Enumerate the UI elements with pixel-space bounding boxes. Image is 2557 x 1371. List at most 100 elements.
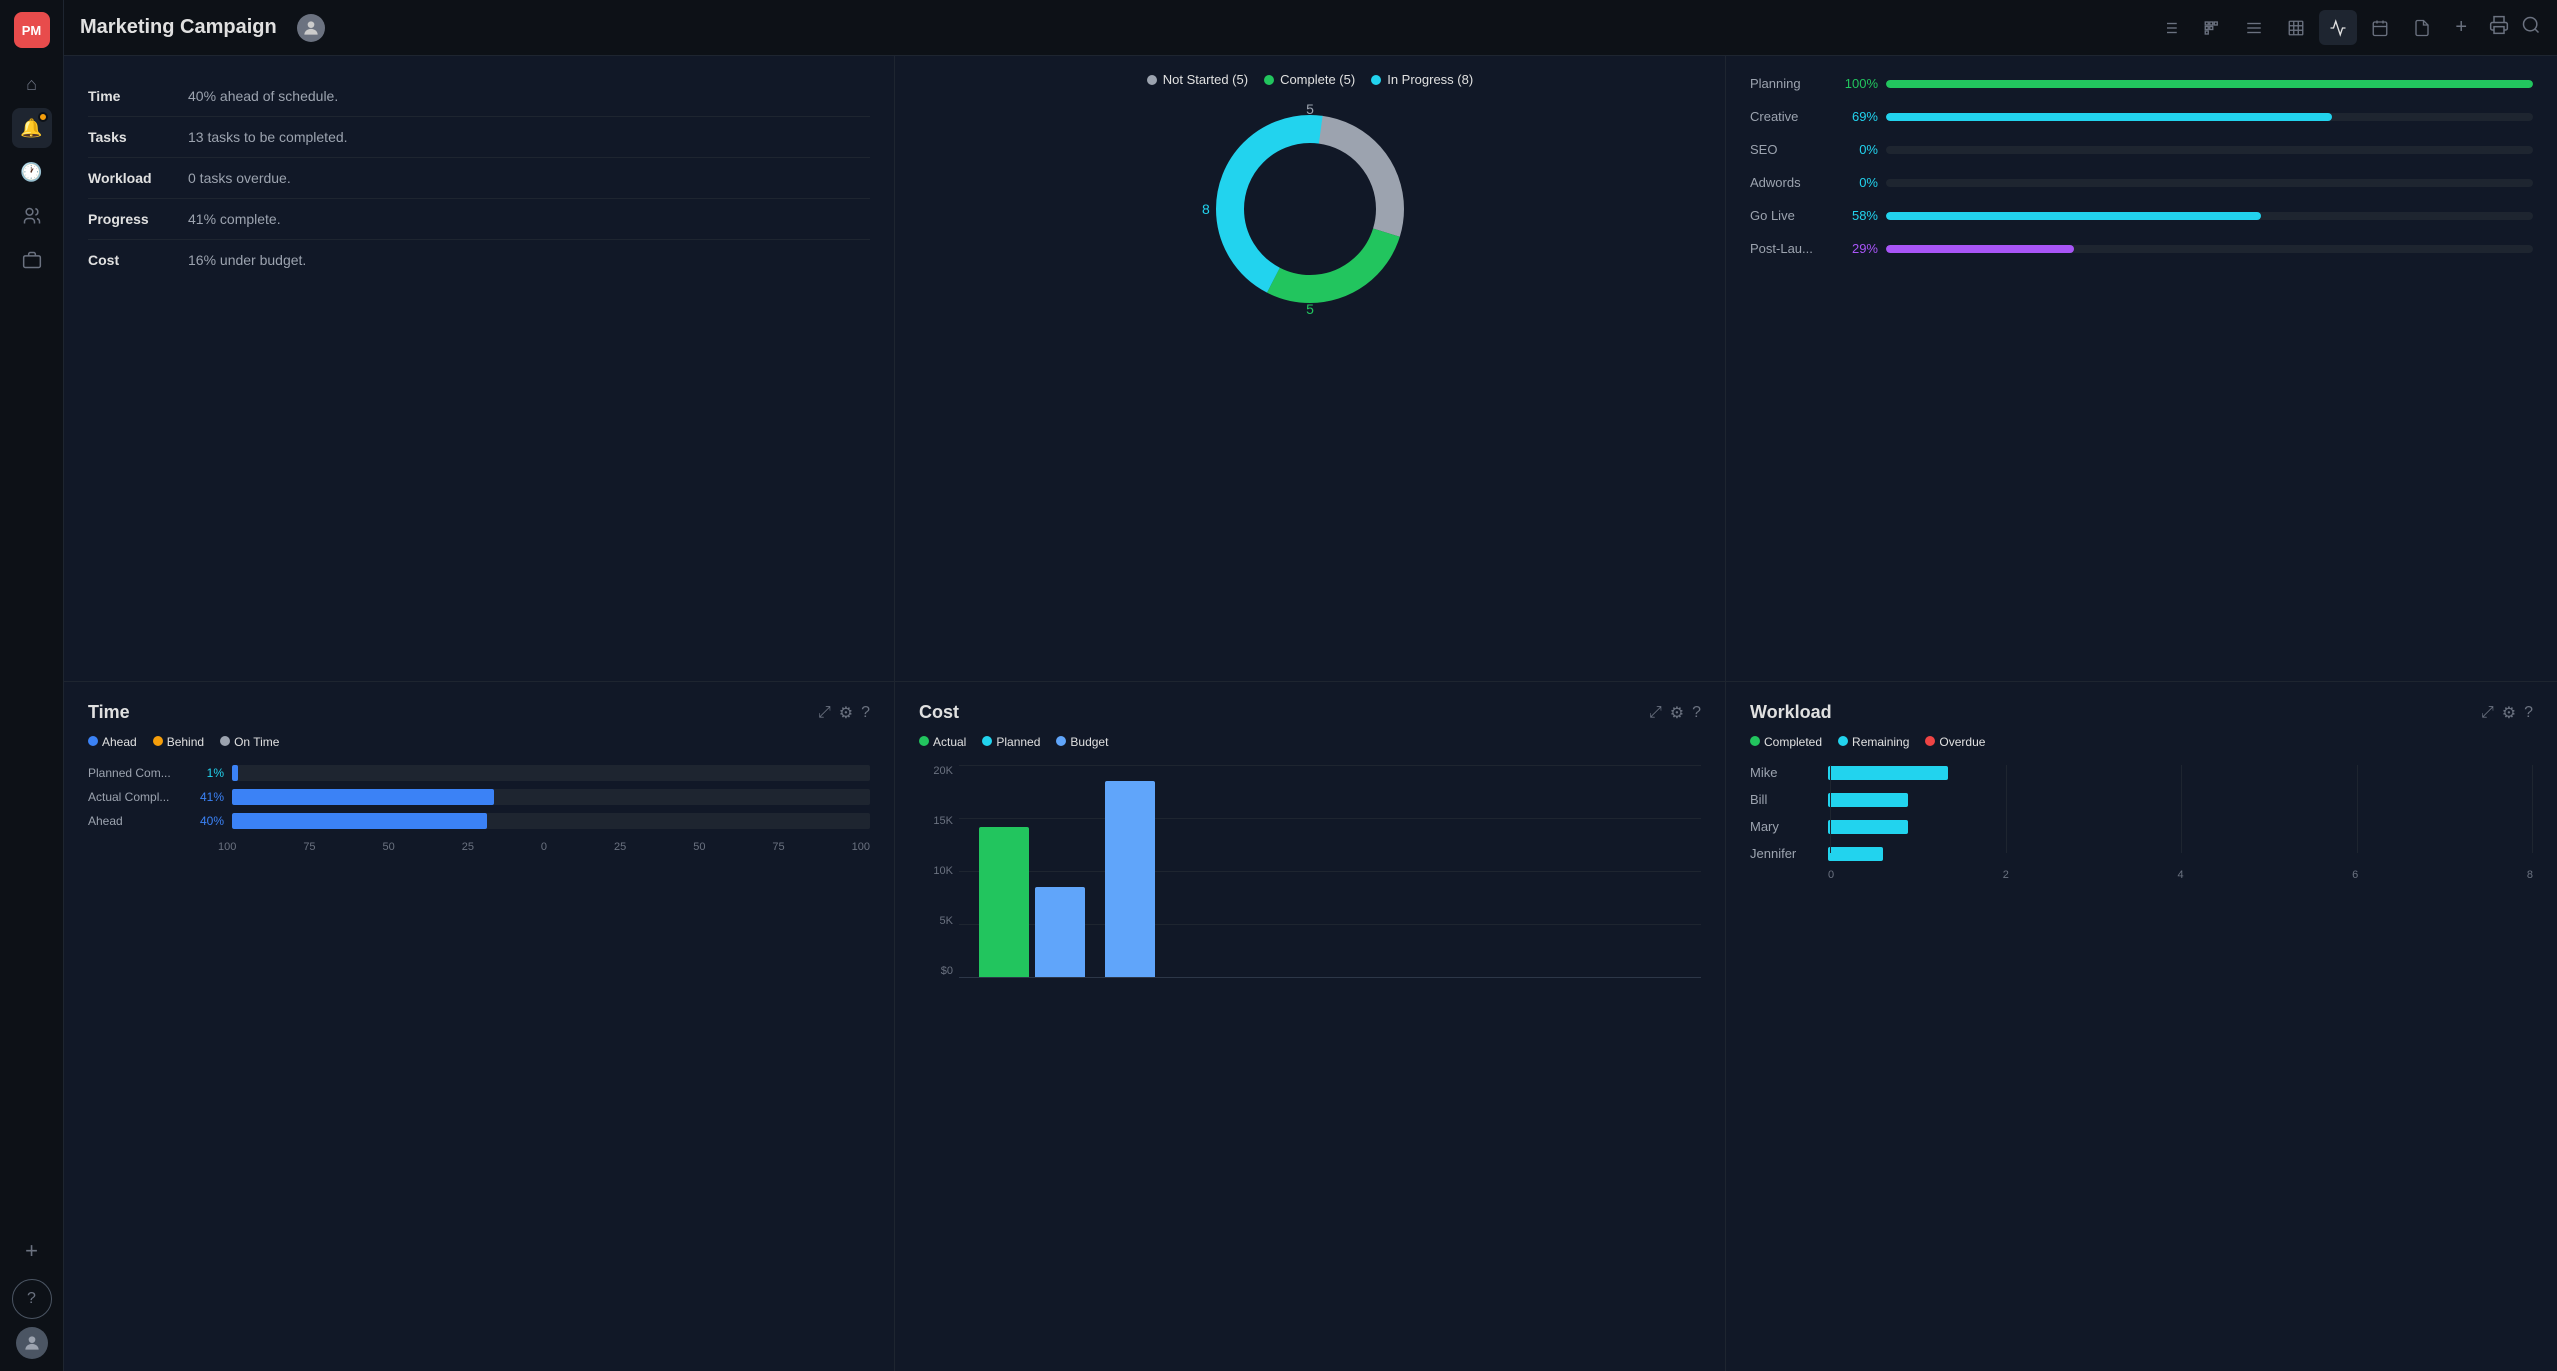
cost-chart-title: Cost (919, 702, 1649, 723)
workload-label-bill: Bill (1750, 792, 1820, 807)
progress-bar-bg (1886, 80, 2533, 88)
progress-pct: 69% (1838, 109, 1878, 124)
nav-activity[interactable] (2319, 10, 2357, 45)
cost-chart-panel: Cost ⤢ ⚙ ? Actual Planned Budget (895, 682, 1726, 1371)
progress-bar-bg (1886, 113, 2533, 121)
sidebar-item-home[interactable]: ⌂ (12, 64, 52, 104)
time-chart-legend: Ahead Behind On Time (88, 735, 870, 749)
progress-bar-bg (1886, 212, 2533, 220)
time-legend-ontime: On Time (220, 735, 279, 749)
progress-row: Adwords 0% (1750, 175, 2533, 190)
nav-gantt[interactable] (2193, 10, 2231, 45)
stat-label: Workload (88, 158, 188, 199)
stat-label: Time (88, 76, 188, 117)
progress-bar-bg (1886, 245, 2533, 253)
nav-table[interactable] (2277, 10, 2315, 45)
nav-file[interactable] (2403, 10, 2441, 45)
cost-chart-area: 20K 15K 10K 5K $0 (919, 765, 1701, 1005)
donut-panel: Not Started (5) Complete (5) In Progress… (895, 56, 1726, 681)
cost-expand-icon[interactable]: ⤢ (1649, 704, 1662, 722)
dashboard: Time 40% ahead of schedule. Tasks 13 tas… (64, 56, 2557, 1371)
hbar-pct-ahead: 40% (186, 814, 224, 828)
sidebar-item-notifications[interactable]: 🔔 (12, 108, 52, 148)
time-chart-title: Time (88, 702, 818, 723)
workload-expand-icon[interactable]: ⤢ (2481, 704, 2494, 722)
progress-row: SEO 0% (1750, 142, 2533, 157)
time-chart-actions: ⤢ ⚙ ? (818, 703, 870, 723)
stat-value: 40% ahead of schedule. (188, 76, 870, 117)
cost-y-20k: 20K (919, 765, 953, 777)
stat-value: 16% under budget. (188, 240, 870, 281)
time-expand-icon[interactable]: ⤢ (818, 704, 831, 722)
time-legend-ahead: Ahead (88, 735, 137, 749)
progress-bar-fill (1886, 80, 2533, 88)
donut-label-bottom: 5 (1306, 301, 1314, 317)
topbar: Marketing Campaign (64, 0, 2557, 56)
bottom-section: Time ⤢ ⚙ ? Ahead Behind On Time Planned … (64, 682, 2557, 1371)
nav-timeline[interactable] (2235, 10, 2273, 45)
user-avatar[interactable] (16, 1327, 48, 1359)
hbar-track-ahead (232, 813, 870, 829)
hbar-pct-planned: 1% (186, 766, 224, 780)
cost-y-15k: 15K (919, 815, 953, 827)
sidebar-help-button[interactable]: ? (12, 1279, 52, 1319)
donut-chart: 5 8 5 (1200, 99, 1420, 319)
hbar-label-planned: Planned Com... (88, 766, 178, 780)
stats-table: Time 40% ahead of schedule. Tasks 13 tas… (88, 76, 870, 280)
hbar-fill-ahead (232, 813, 487, 829)
stats-row: Progress 41% complete. (88, 199, 870, 240)
sidebar-add-button[interactable]: + (12, 1231, 52, 1271)
print-icon[interactable] (2489, 15, 2509, 40)
stat-value: 0 tasks overdue. (188, 158, 870, 199)
cost-settings-icon[interactable]: ⚙ (1670, 703, 1684, 723)
nav-calendar[interactable] (2361, 10, 2399, 45)
progress-bar-fill (1886, 245, 2074, 253)
progress-label: SEO (1750, 142, 1830, 157)
legend-label-in-progress: In Progress (8) (1387, 72, 1473, 87)
workload-chart-legend: Completed Remaining Overdue (1750, 735, 2533, 749)
cost-legend-actual: Actual (919, 735, 966, 749)
progress-pct: 29% (1838, 241, 1878, 256)
workload-chart-panel: Workload ⤢ ⚙ ? Completed Remaining Overd… (1726, 682, 2557, 1371)
time-chart-header: Time ⤢ ⚙ ? (88, 702, 870, 723)
stat-value: 13 tasks to be completed. (188, 117, 870, 158)
hbar-fill-actual (232, 789, 494, 805)
cost-bars (959, 765, 1701, 977)
workload-chart-body: Mike Bill Mary (1750, 765, 2533, 881)
workload-label-jennifer: Jennifer (1750, 846, 1820, 861)
sidebar-item-briefcase[interactable] (12, 240, 52, 280)
time-settings-icon[interactable]: ⚙ (839, 703, 853, 723)
time-help-icon[interactable]: ? (861, 704, 870, 722)
topbar-nav: + (2151, 10, 2477, 45)
workload-legend-completed: Completed (1750, 735, 1822, 749)
workload-settings-icon[interactable]: ⚙ (2502, 703, 2516, 723)
search-icon[interactable] (2521, 15, 2541, 40)
stats-row: Cost 16% under budget. (88, 240, 870, 281)
cost-chart-header: Cost ⤢ ⚙ ? (919, 702, 1701, 723)
hbar-track-actual (232, 789, 870, 805)
workload-help-icon[interactable]: ? (2524, 704, 2533, 722)
page-title: Marketing Campaign (80, 16, 277, 39)
hbar-pct-actual: 41% (186, 790, 224, 804)
app-logo[interactable]: PM (14, 12, 50, 48)
cost-help-icon[interactable]: ? (1692, 704, 1701, 722)
project-avatar (297, 14, 325, 42)
time-chart-panel: Time ⤢ ⚙ ? Ahead Behind On Time Planned … (64, 682, 895, 1371)
progress-pct: 58% (1838, 208, 1878, 223)
stats-panel: Time 40% ahead of schedule. Tasks 13 tas… (64, 56, 895, 681)
workload-x-axis: 0 2 4 6 8 (1750, 869, 2533, 881)
legend-dot-in-progress (1371, 75, 1381, 85)
stats-row: Time 40% ahead of schedule. (88, 76, 870, 117)
cost-legend-planned: Planned (982, 735, 1040, 749)
cost-bar-budget-2 (1105, 781, 1155, 977)
sidebar-bottom: + ? (12, 1231, 52, 1359)
sidebar-item-history[interactable]: 🕐 (12, 152, 52, 192)
stats-row: Tasks 13 tasks to be completed. (88, 117, 870, 158)
nav-plus[interactable]: + (2445, 10, 2477, 45)
nav-list[interactable] (2151, 10, 2189, 45)
notification-badge (38, 112, 48, 122)
hbar-label-ahead: Ahead (88, 814, 178, 828)
legend-not-started: Not Started (5) (1147, 72, 1248, 87)
hbar-row-ahead: Ahead 40% (88, 813, 870, 829)
sidebar-item-team[interactable] (12, 196, 52, 236)
